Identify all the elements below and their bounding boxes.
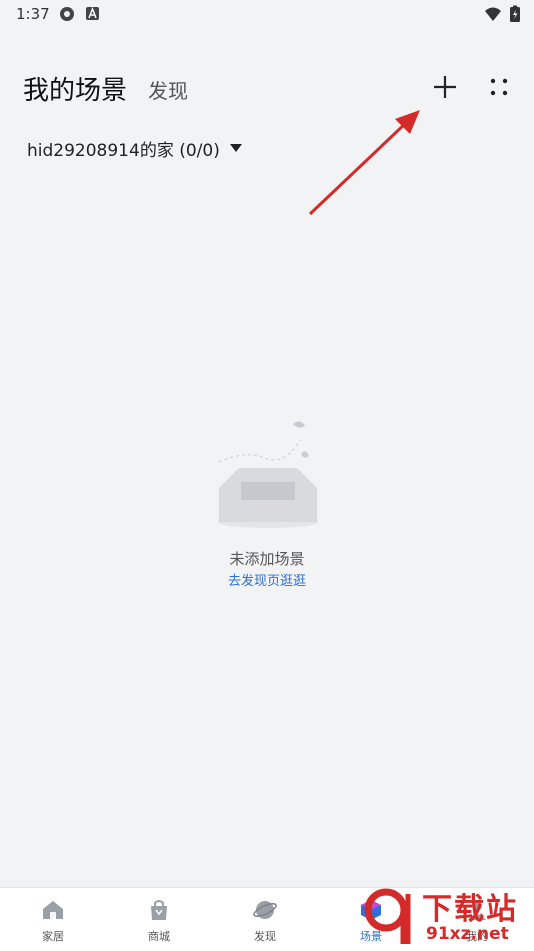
header: 我的场景 发现 bbox=[0, 60, 534, 114]
nav-label-home: 家居 bbox=[42, 930, 64, 943]
site-watermark: 下载站 91xz.net bbox=[360, 882, 534, 950]
grid-dots-icon[interactable] bbox=[482, 70, 516, 104]
tab-my-scenes[interactable]: 我的场景 bbox=[23, 70, 127, 107]
status-bar: 1:37 bbox=[0, 0, 534, 28]
plus-icon[interactable] bbox=[428, 70, 462, 104]
nav-item-mall[interactable]: 商城 bbox=[106, 888, 212, 951]
empty-message: 未添加场景 bbox=[229, 550, 305, 568]
home-selector-label: hid29208914的家 (0/0) bbox=[27, 140, 220, 161]
planet-icon bbox=[253, 901, 277, 919]
caret-down-icon bbox=[229, 144, 242, 152]
home-selector[interactable]: hid29208914的家 (0/0) bbox=[27, 136, 242, 161]
empty-box-icon bbox=[218, 421, 318, 528]
shopping-bag-icon bbox=[151, 900, 167, 920]
watermark-domain: 91xz.net bbox=[426, 924, 509, 944]
settings-cog-icon bbox=[60, 7, 74, 21]
wifi-icon bbox=[485, 7, 501, 21]
a-badge-icon bbox=[86, 6, 99, 20]
battery-charging-icon bbox=[510, 5, 520, 22]
tab-discover[interactable]: 发现 bbox=[148, 75, 188, 104]
go-discover-link[interactable]: 去发现页逛逛 bbox=[0, 570, 534, 589]
nav-item-discover[interactable]: 发现 bbox=[212, 888, 318, 951]
home-icon bbox=[43, 901, 63, 919]
nav-label-mall: 商城 bbox=[148, 930, 170, 943]
watermark-title: 下载站 bbox=[422, 892, 518, 927]
status-time: 1:37 bbox=[16, 5, 50, 23]
nav-label-discover: 发现 bbox=[254, 930, 276, 943]
watermark-logo-icon bbox=[364, 888, 411, 944]
nav-item-home[interactable]: 家居 bbox=[0, 888, 106, 951]
